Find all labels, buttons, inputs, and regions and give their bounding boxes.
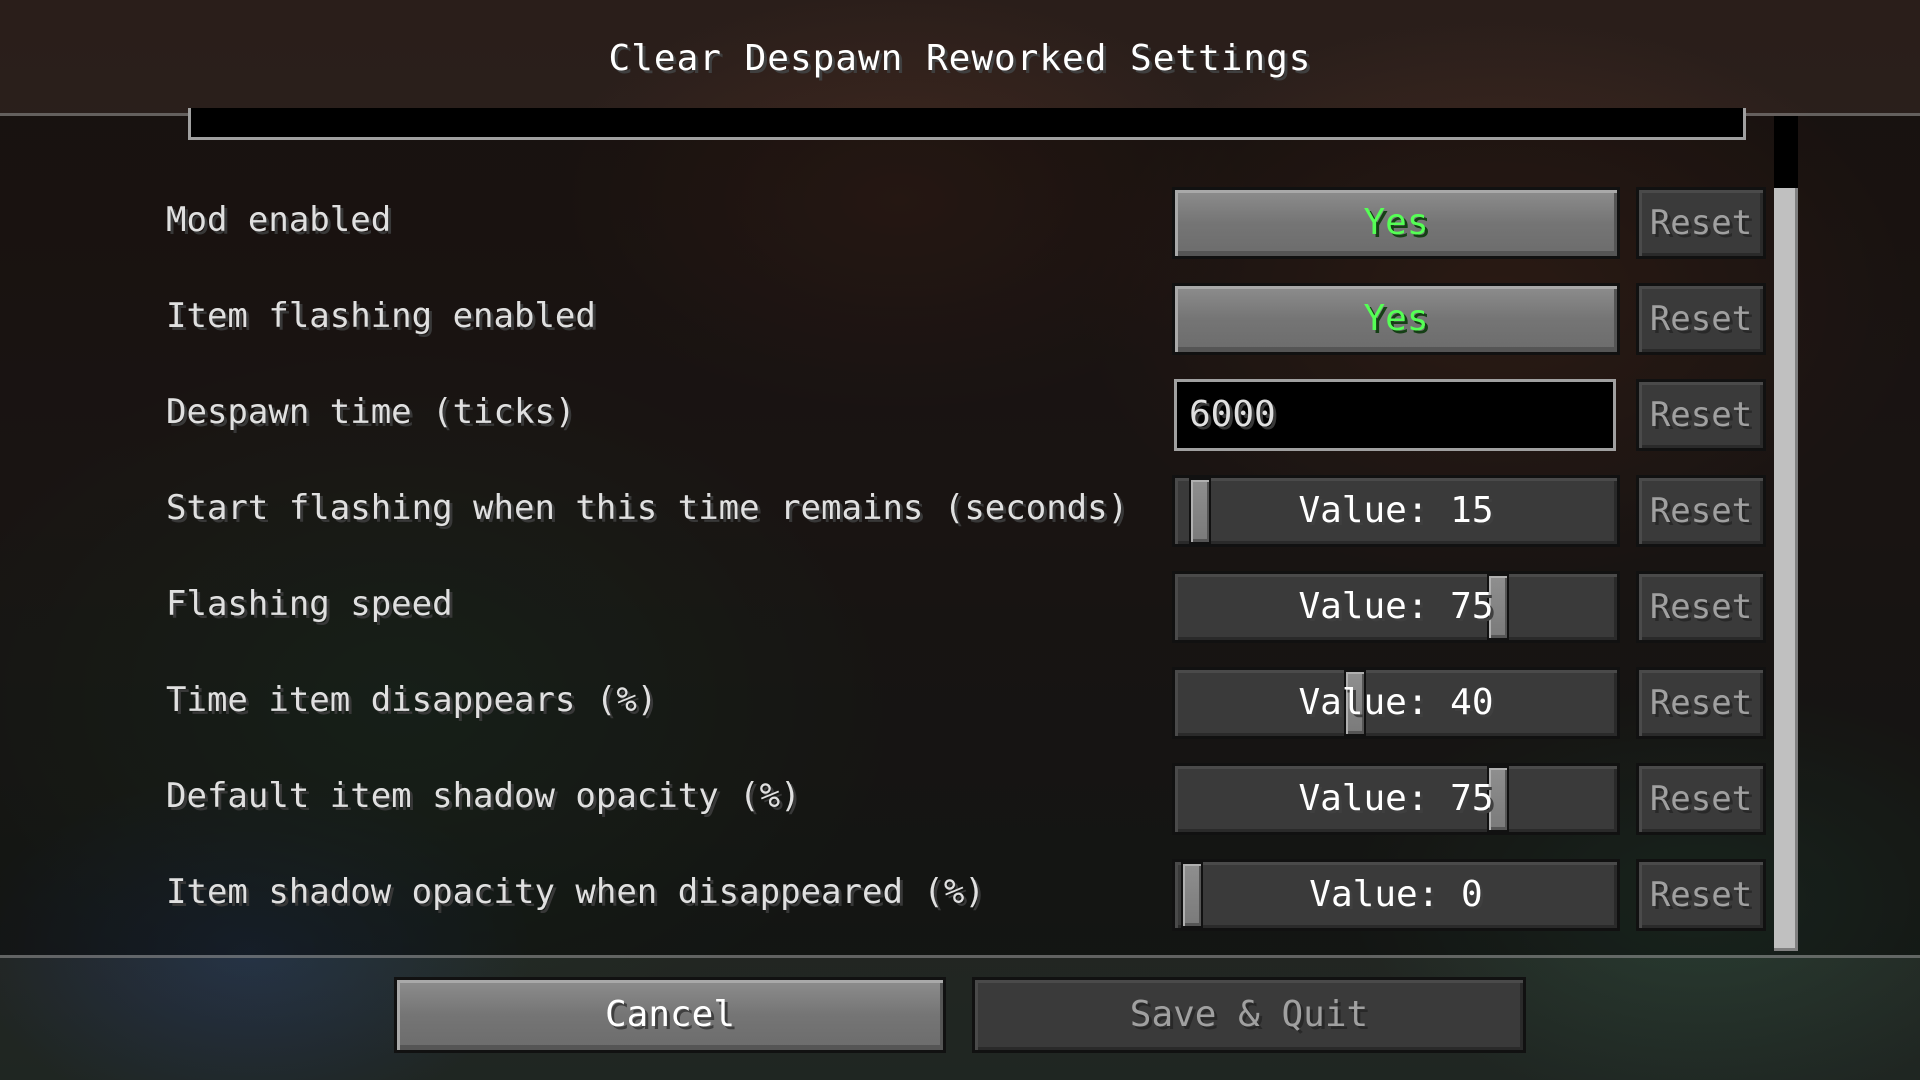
start-flashing-reset-button[interactable]: Reset bbox=[1636, 475, 1766, 547]
time-item-disappears-slider[interactable]: Value: 40 bbox=[1172, 667, 1620, 739]
scrollbar-thumb[interactable] bbox=[1774, 188, 1798, 951]
setting-label-time-item-disappears: Time item disappears (%) bbox=[166, 680, 658, 720]
flashing-speed-reset-button[interactable]: Reset bbox=[1636, 571, 1766, 643]
setting-label-item-flashing: Item flashing enabled bbox=[166, 296, 596, 336]
mod-enabled-toggle[interactable]: Yes bbox=[1172, 187, 1620, 259]
search-input[interactable] bbox=[188, 108, 1746, 140]
setting-label-mod-enabled: Mod enabled bbox=[166, 200, 392, 240]
save-and-quit-button[interactable]: Save & Quit bbox=[972, 977, 1526, 1053]
setting-label-flashing-speed: Flashing speed bbox=[166, 584, 453, 624]
slider-handle[interactable] bbox=[1344, 670, 1367, 736]
setting-label-despawn-time: Despawn time (ticks) bbox=[166, 392, 576, 432]
page-title: Clear Despawn Reworked Settings bbox=[608, 38, 1312, 79]
despawn-time-field[interactable]: 6000 bbox=[1174, 379, 1616, 451]
slider-handle[interactable] bbox=[1487, 766, 1509, 832]
setting-label-disappeared-shadow-opacity: Item shadow opacity when disappeared (%) bbox=[166, 872, 985, 912]
slider-handle[interactable] bbox=[1189, 478, 1212, 544]
disappeared-shadow-opacity-slider[interactable]: Value: 0 bbox=[1172, 859, 1620, 931]
default-shadow-opacity-slider[interactable]: Value: 75 bbox=[1172, 763, 1620, 835]
disappeared-shadow-opacity-reset-button[interactable]: Reset bbox=[1636, 859, 1766, 931]
slider-value: Value: 15 bbox=[1298, 490, 1494, 531]
setting-label-default-shadow-opacity: Default item shadow opacity (%) bbox=[166, 776, 801, 816]
mod-enabled-reset-button[interactable]: Reset bbox=[1636, 187, 1766, 259]
item-flashing-toggle[interactable]: Yes bbox=[1172, 283, 1620, 355]
item-flashing-reset-button[interactable]: Reset bbox=[1636, 283, 1766, 355]
bottom-separator bbox=[0, 955, 1920, 958]
time-item-disappears-reset-button[interactable]: Reset bbox=[1636, 667, 1766, 739]
slider-value: Value: 0 bbox=[1309, 874, 1483, 915]
slider-handle[interactable] bbox=[1487, 574, 1509, 640]
slider-handle[interactable] bbox=[1181, 862, 1203, 928]
slider-value: Value: 75 bbox=[1298, 778, 1494, 819]
setting-label-start-flashing: Start flashing when this time remains (s… bbox=[166, 488, 1129, 528]
slider-value: Value: 75 bbox=[1298, 586, 1494, 627]
cancel-button[interactable]: Cancel bbox=[394, 977, 946, 1053]
default-shadow-opacity-reset-button[interactable]: Reset bbox=[1636, 763, 1766, 835]
settings-list[interactable] bbox=[0, 116, 1920, 955]
start-flashing-slider[interactable]: Value: 15 bbox=[1172, 475, 1620, 547]
despawn-time-reset-button[interactable]: Reset bbox=[1636, 379, 1766, 451]
flashing-speed-slider[interactable]: Value: 75 bbox=[1172, 571, 1620, 643]
slider-value: Value: 40 bbox=[1298, 682, 1494, 723]
